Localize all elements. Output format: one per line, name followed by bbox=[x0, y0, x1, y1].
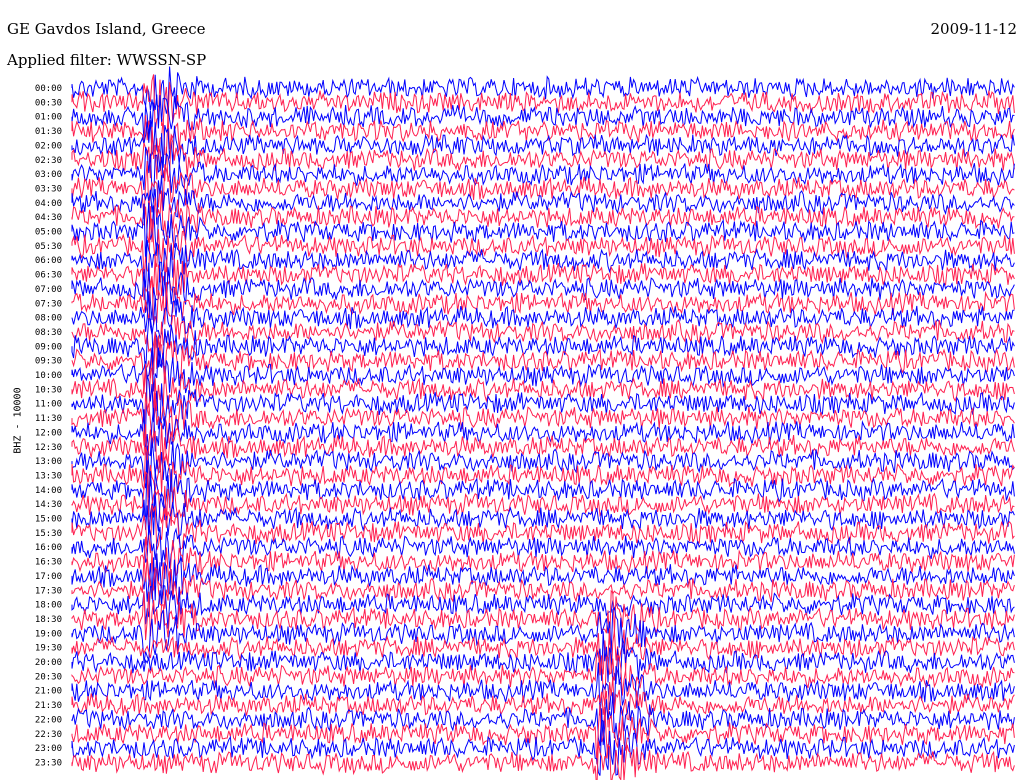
row-time-label: 00:00 bbox=[35, 84, 62, 94]
row-time-label: 17:00 bbox=[35, 572, 62, 582]
row-time-label: 08:30 bbox=[35, 328, 62, 338]
row-time-label: 02:00 bbox=[35, 141, 62, 151]
row-time-label: 23:30 bbox=[35, 758, 62, 768]
row-time-label: 18:00 bbox=[35, 601, 62, 611]
trace-group bbox=[71, 66, 1015, 780]
trace-row bbox=[71, 66, 1015, 114]
row-time-label: 22:00 bbox=[35, 715, 62, 725]
trace-row bbox=[71, 460, 1015, 521]
row-time-label: 03:30 bbox=[35, 184, 62, 194]
row-time-label: 14:30 bbox=[35, 500, 62, 510]
row-time-label: 05:00 bbox=[35, 228, 62, 238]
row-time-label: 07:00 bbox=[35, 285, 62, 295]
trace-row bbox=[71, 692, 1015, 746]
row-time-label: 01:00 bbox=[35, 113, 62, 123]
trace-row bbox=[71, 175, 1015, 225]
row-time-label: 20:30 bbox=[35, 672, 62, 682]
trace-row bbox=[71, 648, 1015, 705]
row-time-label: 00:30 bbox=[35, 98, 62, 108]
row-time-label: 11:00 bbox=[35, 400, 62, 410]
row-time-label: 09:30 bbox=[35, 357, 62, 367]
row-time-label: 12:00 bbox=[35, 428, 62, 438]
trace-row bbox=[71, 662, 1015, 716]
row-time-label: 19:30 bbox=[35, 644, 62, 654]
row-time-label: 07:30 bbox=[35, 299, 62, 309]
row-time-label: 16:30 bbox=[35, 558, 62, 568]
row-time-label: 11:30 bbox=[35, 414, 62, 424]
row-time-label: 03:00 bbox=[35, 170, 62, 180]
row-time-label: 19:00 bbox=[35, 629, 62, 639]
row-time-label: 02:30 bbox=[35, 156, 62, 166]
row-time-label: 08:00 bbox=[35, 314, 62, 324]
row-time-label: 21:30 bbox=[35, 701, 62, 711]
row-time-label: 15:00 bbox=[35, 515, 62, 525]
row-time-label: 13:00 bbox=[35, 457, 62, 467]
row-time-label: 12:30 bbox=[35, 443, 62, 453]
row-time-label: 18:30 bbox=[35, 615, 62, 625]
row-time-label: 22:30 bbox=[35, 730, 62, 740]
row-time-label: 04:00 bbox=[35, 199, 62, 209]
row-time-label: 01:30 bbox=[35, 127, 62, 137]
row-time-label: 10:00 bbox=[35, 371, 62, 381]
row-time-label: 10:30 bbox=[35, 385, 62, 395]
row-time-label: 14:00 bbox=[35, 486, 62, 496]
time-label-group: 00:00 00:30 01:00 01:30 02:00 02:30 03:00 03:30… bbox=[35, 84, 62, 768]
row-time-label: 09:00 bbox=[35, 342, 62, 352]
row-time-label: 15:30 bbox=[35, 529, 62, 539]
row-time-label: 16:00 bbox=[35, 543, 62, 553]
row-time-label: 20:00 bbox=[35, 658, 62, 668]
row-time-label: 06:00 bbox=[35, 256, 62, 266]
filter-label: Applied filter: WWSSN-SP bbox=[7, 51, 207, 69]
helicorder-plot: 00:00 00:30 01:00 01:30 02:00 02:30 03:00 03:30… bbox=[35, 66, 1015, 780]
row-time-label: 13:30 bbox=[35, 471, 62, 481]
row-time-label: 21:00 bbox=[35, 687, 62, 697]
row-time-label: 04:30 bbox=[35, 213, 62, 223]
row-time-label: 05:30 bbox=[35, 242, 62, 252]
row-time-label: 17:30 bbox=[35, 586, 62, 596]
row-time-label: 06:30 bbox=[35, 271, 62, 281]
row-time-label: 23:00 bbox=[35, 744, 62, 754]
